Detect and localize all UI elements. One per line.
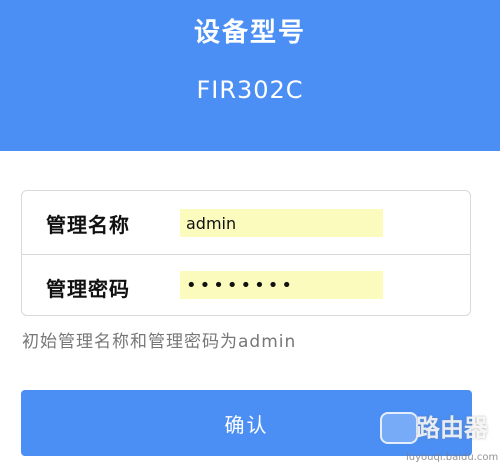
password-row: 管理密码 <box>22 254 470 318</box>
device-model-value: FIR302C <box>196 76 304 104</box>
password-input[interactable] <box>180 271 383 299</box>
login-page: 设备型号 FIR302C 管理名称 管理密码 初始管理名称和管理密码为admin… <box>0 0 500 472</box>
confirm-button[interactable]: 确认 <box>21 390 472 456</box>
password-label: 管理密码 <box>46 277 130 301</box>
username-input[interactable] <box>180 209 383 237</box>
header-bar: 设备型号 FIR302C <box>0 0 500 151</box>
username-label: 管理名称 <box>46 213 130 237</box>
device-model-title: 设备型号 <box>193 18 306 48</box>
username-row: 管理名称 <box>22 191 470 254</box>
default-credentials-hint: 初始管理名称和管理密码为admin <box>22 332 297 352</box>
login-form: 管理名称 管理密码 <box>21 190 471 316</box>
